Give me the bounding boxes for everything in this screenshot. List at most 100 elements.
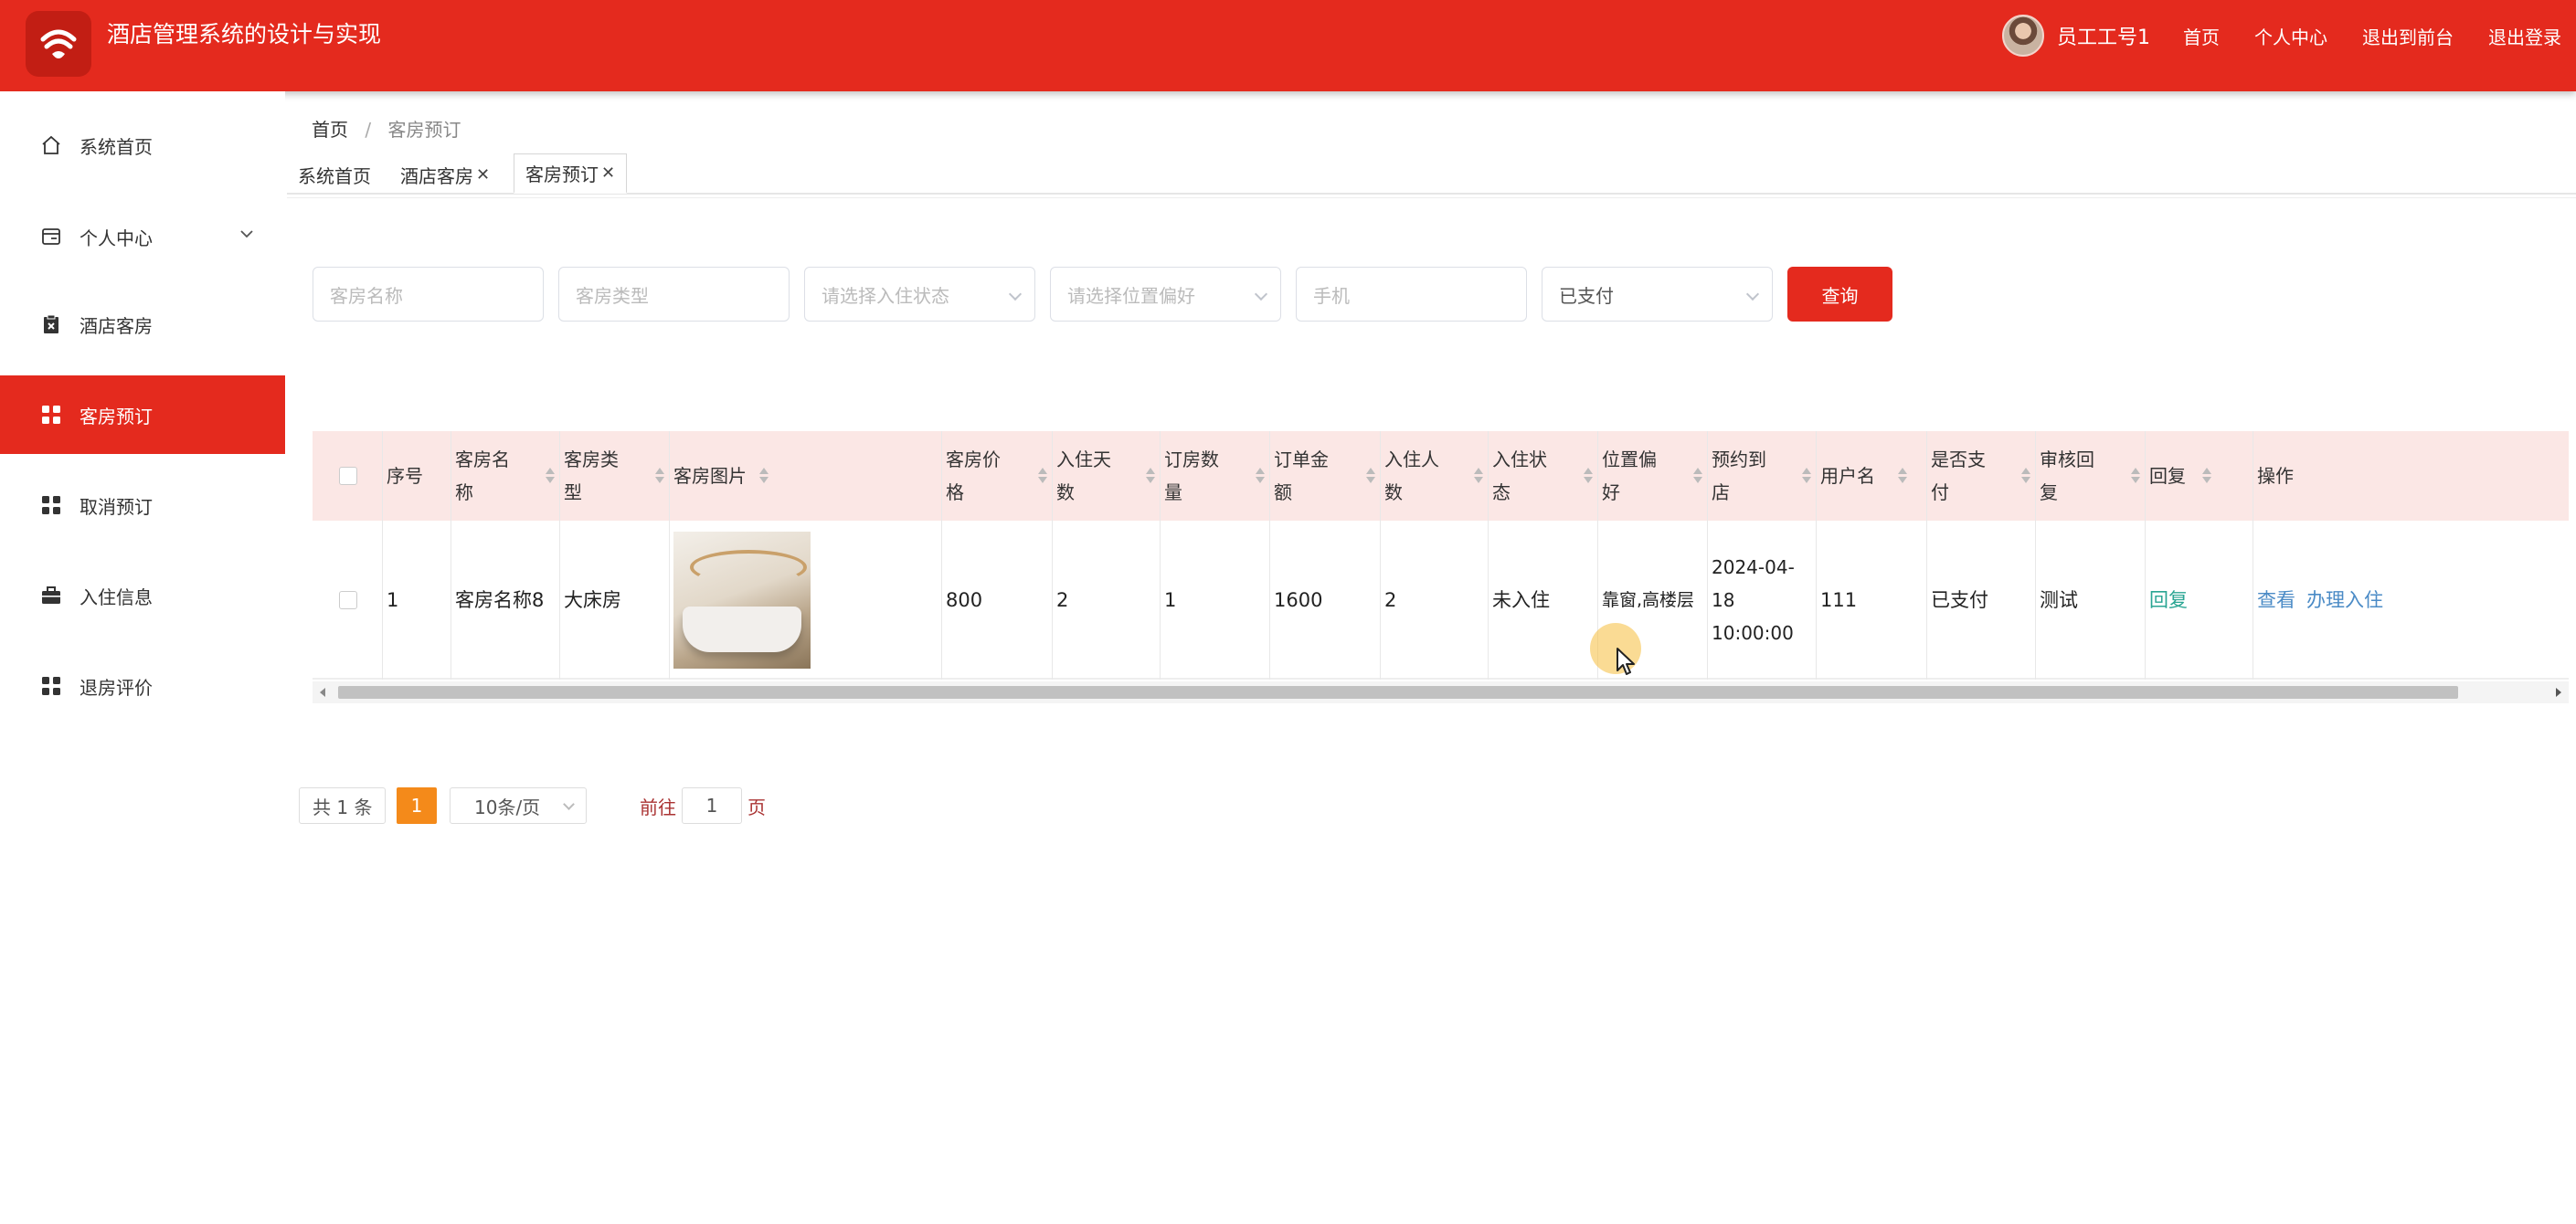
sort-icon[interactable] bbox=[1038, 468, 1047, 484]
tab-room-booking[interactable]: 客房预订 ✕ bbox=[514, 153, 628, 194]
pagination-goto: 前往 1 页 bbox=[640, 787, 766, 824]
breadcrumb-separator: / bbox=[365, 119, 372, 141]
tab-system-home[interactable]: 系统首页 bbox=[287, 156, 382, 193]
sort-icon[interactable] bbox=[2131, 468, 2140, 484]
sort-icon[interactable] bbox=[1366, 468, 1375, 484]
header-index: 序号 bbox=[387, 465, 423, 487]
goto-page-input[interactable]: 1 bbox=[682, 787, 742, 824]
payment-status-select[interactable]: 已支付 bbox=[1542, 267, 1773, 322]
top-header: 酒店管理系统的设计与实现 员工工号1 首页 个人中心 退出到前台 退出登录 bbox=[0, 0, 2576, 91]
sort-icon[interactable] bbox=[2021, 468, 2030, 484]
breadcrumb-home[interactable]: 首页 bbox=[312, 119, 348, 141]
header-days[interactable]: 入住天数 bbox=[1053, 431, 1161, 521]
logo-icon bbox=[40, 29, 77, 58]
breadcrumb: 首页 / 客房预订 bbox=[312, 117, 461, 142]
sort-icon[interactable] bbox=[2202, 468, 2211, 484]
header-status[interactable]: 入住状态 bbox=[1489, 431, 1598, 521]
pagination-total: 共 1 条 bbox=[299, 787, 387, 824]
sidebar-item-label: 个人中心 bbox=[80, 227, 153, 249]
checkin-status-select[interactable]: 请选择入住状态 bbox=[804, 267, 1035, 322]
cell-reply: 回复 bbox=[2146, 521, 2253, 680]
cell-actions: 查看 办理入住 bbox=[2253, 521, 2569, 680]
header-reply[interactable]: 回复 bbox=[2146, 431, 2253, 521]
sort-icon[interactable] bbox=[1474, 468, 1483, 484]
header-room-image[interactable]: 客房图片 bbox=[670, 431, 942, 521]
grid-icon bbox=[39, 674, 63, 698]
divider bbox=[287, 197, 2576, 198]
sidebar-item-system-home[interactable]: 系统首页 bbox=[0, 106, 285, 185]
header-amount[interactable]: 订单金额 bbox=[1270, 431, 1381, 521]
sort-icon[interactable] bbox=[1693, 468, 1702, 484]
sort-icon[interactable] bbox=[655, 468, 664, 484]
sidebar-item-cancel-booking[interactable]: 取消预订 bbox=[0, 466, 285, 544]
sidebar-item-label: 退房评价 bbox=[80, 676, 153, 699]
sort-icon[interactable] bbox=[1584, 468, 1593, 484]
nav-home-link[interactable]: 首页 bbox=[2183, 23, 2220, 49]
header-room-name[interactable]: 客房名称 bbox=[451, 431, 560, 521]
header-room-type[interactable]: 客房类型 bbox=[560, 431, 670, 521]
room-name-input[interactable]: 客房名称 bbox=[313, 267, 544, 322]
page-number-button[interactable]: 1 bbox=[397, 787, 437, 824]
phone-input[interactable]: 手机 bbox=[1296, 267, 1527, 322]
location-pref-select[interactable]: 请选择位置偏好 bbox=[1050, 267, 1281, 322]
sidebar-item-checkout-review[interactable]: 退房评价 bbox=[0, 647, 285, 725]
select-all-cell bbox=[313, 431, 383, 521]
row-select-cell bbox=[313, 521, 383, 680]
cell-arrival: 2024-04-18 10:00:00 bbox=[1712, 556, 1795, 644]
header-location-pref[interactable]: 位置偏好 bbox=[1598, 431, 1708, 521]
header-guests[interactable]: 入住人数 bbox=[1381, 431, 1489, 521]
sidebar-item-checkin-info[interactable]: 入住信息 bbox=[0, 556, 285, 635]
sort-icon[interactable] bbox=[1898, 468, 1907, 484]
sidebar-item-personal-center[interactable]: 个人中心 bbox=[0, 197, 285, 276]
avatar[interactable] bbox=[2002, 15, 2044, 57]
scroll-left-icon[interactable] bbox=[320, 688, 325, 697]
tab-label: 酒店客房 bbox=[400, 164, 473, 187]
sidebar-item-label: 入住信息 bbox=[80, 586, 153, 608]
room-type-input[interactable]: 客房类型 bbox=[558, 267, 790, 322]
app-logo bbox=[26, 11, 91, 77]
tab-label: 客房预订 bbox=[525, 164, 599, 185]
sort-icon[interactable] bbox=[546, 468, 555, 484]
cell-status: 未入住 bbox=[1492, 589, 1550, 611]
header-price[interactable]: 客房价格 bbox=[942, 431, 1053, 521]
goto-prefix: 前往 bbox=[640, 796, 676, 818]
select-all-checkbox[interactable] bbox=[338, 467, 357, 485]
chevron-down-icon[interactable] bbox=[238, 225, 256, 243]
sidebar-item-hotel-rooms[interactable]: 酒店客房 bbox=[0, 285, 285, 364]
row-checkbox[interactable] bbox=[338, 591, 357, 609]
cell-paid: 已支付 bbox=[1931, 589, 1988, 611]
scroll-thumb[interactable] bbox=[338, 686, 2458, 699]
checkin-link[interactable]: 办理入住 bbox=[2306, 584, 2383, 617]
nav-frontend-link[interactable]: 退出到前台 bbox=[2362, 23, 2454, 49]
mouse-cursor-icon bbox=[1617, 648, 1635, 675]
header-actions: 操作 bbox=[2257, 465, 2294, 487]
tab-hotel-rooms[interactable]: 酒店客房 ✕ bbox=[389, 156, 501, 193]
sort-icon[interactable] bbox=[1146, 468, 1155, 484]
header-username[interactable]: 用户名 bbox=[1817, 431, 1927, 521]
clipboard-icon bbox=[39, 312, 63, 336]
nav-logout-link[interactable]: 退出登录 bbox=[2488, 23, 2561, 49]
table-scrollbar[interactable] bbox=[313, 681, 2569, 703]
header-review-reply[interactable]: 审核回复 bbox=[2036, 431, 2146, 521]
header-arrival[interactable]: 预约到店 bbox=[1708, 431, 1817, 521]
reply-link[interactable]: 回复 bbox=[2149, 584, 2188, 617]
search-button[interactable]: 查询 bbox=[1787, 267, 1892, 322]
cell-days: 2 bbox=[1056, 589, 1069, 611]
page-size-select[interactable]: 10条/页 bbox=[450, 787, 587, 824]
nav-profile-link[interactable]: 个人中心 bbox=[2254, 23, 2327, 49]
header-paid[interactable]: 是否支付 bbox=[1927, 431, 2036, 521]
view-link[interactable]: 查看 bbox=[2257, 584, 2295, 617]
header-quantity[interactable]: 订房数量 bbox=[1161, 431, 1270, 521]
scroll-right-icon[interactable] bbox=[2556, 688, 2561, 697]
room-photo[interactable] bbox=[673, 532, 811, 669]
card-icon bbox=[39, 225, 63, 248]
cell-room-image bbox=[670, 521, 942, 680]
close-icon[interactable]: ✕ bbox=[476, 165, 490, 185]
cell-review-reply: 测试 bbox=[2040, 589, 2078, 611]
sort-icon[interactable] bbox=[759, 468, 769, 484]
sidebar-item-room-booking[interactable]: 客房预订 bbox=[0, 375, 285, 454]
sort-icon[interactable] bbox=[1256, 468, 1265, 484]
close-icon[interactable]: ✕ bbox=[601, 164, 615, 183]
grid-icon bbox=[39, 493, 63, 517]
sort-icon[interactable] bbox=[1802, 468, 1811, 484]
